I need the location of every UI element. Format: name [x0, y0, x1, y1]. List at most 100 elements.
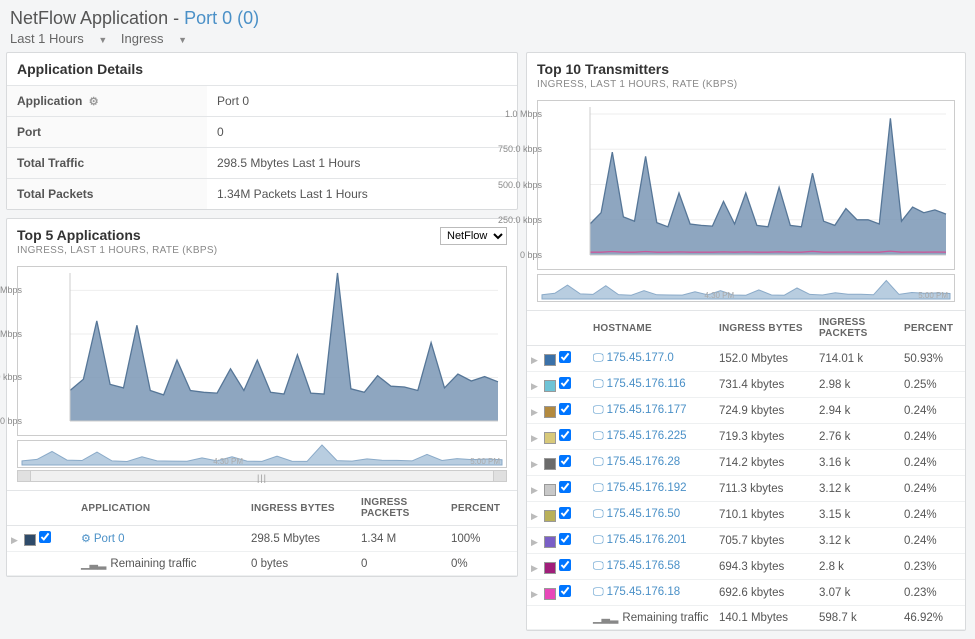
series-swatch	[544, 354, 556, 366]
host-icon: 🖵	[593, 456, 604, 468]
table-row: ▁▃▂Remaining traffic140.1 Mbytes598.7 k4…	[527, 606, 965, 630]
title-prefix: NetFlow Application -	[10, 8, 184, 28]
table-row: ▶ 🖵175.45.176.225 719.3 kbytes2.76 k0.24…	[527, 424, 965, 450]
detail-value: 1.34M Packets Last 1 Hours	[207, 179, 517, 210]
host-icon: 🖵	[593, 508, 604, 520]
app-link[interactable]: Port 0	[94, 533, 125, 545]
host-link[interactable]: 175.45.176.177	[607, 404, 687, 416]
table-row: ▶ 🖵175.45.177.0 152.0 Mbytes714.01 k50.9…	[527, 346, 965, 372]
table-row: ▶ 🖵175.45.176.50 710.1 kbytes3.15 k0.24%	[527, 502, 965, 528]
host-icon: 🖵	[593, 430, 604, 442]
filter-direction[interactable]: Ingress ▼	[121, 31, 187, 46]
expand-icon[interactable]: ▶	[531, 381, 541, 392]
series-checkbox[interactable]	[559, 351, 571, 363]
detail-value: 0	[207, 117, 517, 148]
series-checkbox[interactable]	[559, 403, 571, 415]
bar-icon: ▁▃▂	[593, 612, 618, 624]
host-link[interactable]: 175.45.176.201	[607, 534, 687, 546]
gear-icon[interactable]: ⚙	[86, 95, 102, 108]
expand-icon[interactable]: ▶	[11, 535, 21, 546]
panel-title: Top 5 Applications	[17, 227, 217, 243]
filter-time[interactable]: Last 1 Hours ▼	[10, 31, 107, 46]
host-icon: 🖵	[593, 404, 604, 416]
page-title: NetFlow Application - Port 0 (0)	[10, 8, 965, 29]
host-link[interactable]: 175.45.176.18	[607, 586, 681, 598]
series-checkbox[interactable]	[559, 429, 571, 441]
top5-table: APPLICATIONINGRESS BYTESINGRESS PACKETSP…	[7, 490, 517, 576]
host-icon: 🖵	[593, 352, 604, 364]
top10-chart[interactable]: 0 bps250.0 kbps500.0 kbps750.0 kbps1.0 M…	[537, 100, 955, 270]
page-header: NetFlow Application - Port 0 (0) Last 1 …	[0, 0, 975, 52]
detail-label: Application ⚙	[7, 86, 207, 117]
host-icon: 🖵	[593, 534, 604, 546]
host-icon: 🖵	[593, 482, 604, 494]
series-checkbox[interactable]	[559, 533, 571, 545]
series-checkbox[interactable]	[559, 377, 571, 389]
top10-overview[interactable]: 4:30 PM5:00 PM	[537, 274, 955, 302]
series-swatch	[544, 458, 556, 470]
detail-label: Port	[7, 117, 207, 148]
series-checkbox[interactable]	[559, 455, 571, 467]
table-row: ▶ 🖵175.45.176.201 705.7 kbytes3.12 k0.24…	[527, 528, 965, 554]
expand-icon[interactable]: ▶	[531, 485, 541, 496]
panel-subtitle: INGRESS, LAST 1 HOURS, RATE (KBPS)	[537, 79, 737, 90]
series-swatch	[544, 432, 556, 444]
series-swatch	[544, 536, 556, 548]
title-link[interactable]: Port 0 (0)	[184, 8, 259, 28]
table-row: ▶ 🖵175.45.176.58 694.3 kbytes2.8 k0.23%	[527, 554, 965, 580]
table-row: ▶ 🖵175.45.176.18 692.6 kbytes3.07 k0.23%	[527, 580, 965, 606]
expand-icon[interactable]: ▶	[531, 407, 541, 418]
host-icon: 🖵	[593, 560, 604, 572]
detail-label: Total Traffic	[7, 148, 207, 179]
series-swatch	[24, 534, 36, 546]
chevron-down-icon: ▼	[178, 35, 187, 45]
table-row: ▁▃▂Remaining traffic0 bytes00%	[7, 552, 517, 576]
detail-value: 298.5 Mbytes Last 1 Hours	[207, 148, 517, 179]
detail-value: Port 0	[207, 86, 517, 117]
expand-icon[interactable]: ▶	[531, 433, 541, 444]
top10-panel: Top 10 Transmitters INGRESS, LAST 1 HOUR…	[526, 52, 966, 631]
panel-title: Top 10 Transmitters	[537, 61, 737, 77]
table-row: ▶ 🖵175.45.176.28 714.2 kbytes3.16 k0.24%	[527, 450, 965, 476]
filter-bar: Last 1 Hours ▼ Ingress ▼	[10, 31, 965, 46]
series-checkbox[interactable]	[39, 531, 51, 543]
series-swatch	[544, 406, 556, 418]
bar-icon: ▁▃▂	[81, 558, 106, 570]
top5-overview[interactable]: 4:30 PM5:00 PM	[17, 440, 507, 468]
series-checkbox[interactable]	[559, 559, 571, 571]
host-link[interactable]: 175.45.176.116	[607, 378, 686, 390]
series-checkbox[interactable]	[559, 481, 571, 493]
source-select[interactable]: NetFlow	[440, 227, 507, 245]
series-swatch	[544, 380, 556, 392]
table-row: ▶ 🖵175.45.176.192 711.3 kbytes3.12 k0.24…	[527, 476, 965, 502]
panel-title: Application Details	[17, 61, 143, 77]
details-table: Application ⚙Port 0Port0Total Traffic298…	[7, 85, 517, 209]
top10-table: HOSTNAMEINGRESS BYTESINGRESS PACKETSPERC…	[527, 310, 965, 630]
application-details-panel: Application Details Application ⚙Port 0P…	[6, 52, 518, 210]
host-link[interactable]: 175.45.176.28	[607, 456, 681, 468]
expand-icon[interactable]: ▶	[531, 537, 541, 548]
host-link[interactable]: 175.45.176.225	[607, 430, 687, 442]
series-checkbox[interactable]	[559, 585, 571, 597]
host-link[interactable]: 175.45.176.50	[607, 508, 681, 520]
table-row: ▶ 🖵175.45.176.116 731.4 kbytes2.98 k0.25…	[527, 372, 965, 398]
expand-icon[interactable]: ▶	[531, 459, 541, 470]
table-row: ▶ 🖵175.45.176.177 724.9 kbytes2.94 k0.24…	[527, 398, 965, 424]
series-swatch	[544, 510, 556, 522]
host-link[interactable]: 175.45.176.192	[607, 482, 687, 494]
expand-icon[interactable]: ▶	[531, 563, 541, 574]
host-icon: 🖵	[593, 378, 604, 390]
detail-label: Total Packets	[7, 179, 207, 210]
series-swatch	[544, 484, 556, 496]
expand-icon[interactable]: ▶	[531, 355, 541, 366]
host-link[interactable]: 175.45.176.58	[607, 560, 681, 572]
expand-icon[interactable]: ▶	[531, 589, 541, 600]
table-row: ▶ ⚙Port 0298.5 Mbytes1.34 M100%	[7, 526, 517, 552]
series-swatch	[544, 588, 556, 600]
top5-chart[interactable]: 0 bps500.0 kbps1.0 Mbps1.5 Mbps4:10 PM4:…	[17, 266, 507, 436]
host-link[interactable]: 175.45.177.0	[607, 352, 674, 364]
chevron-down-icon: ▼	[98, 35, 107, 45]
series-checkbox[interactable]	[559, 507, 571, 519]
scrollbar[interactable]: |||	[17, 470, 507, 482]
expand-icon[interactable]: ▶	[531, 511, 541, 522]
